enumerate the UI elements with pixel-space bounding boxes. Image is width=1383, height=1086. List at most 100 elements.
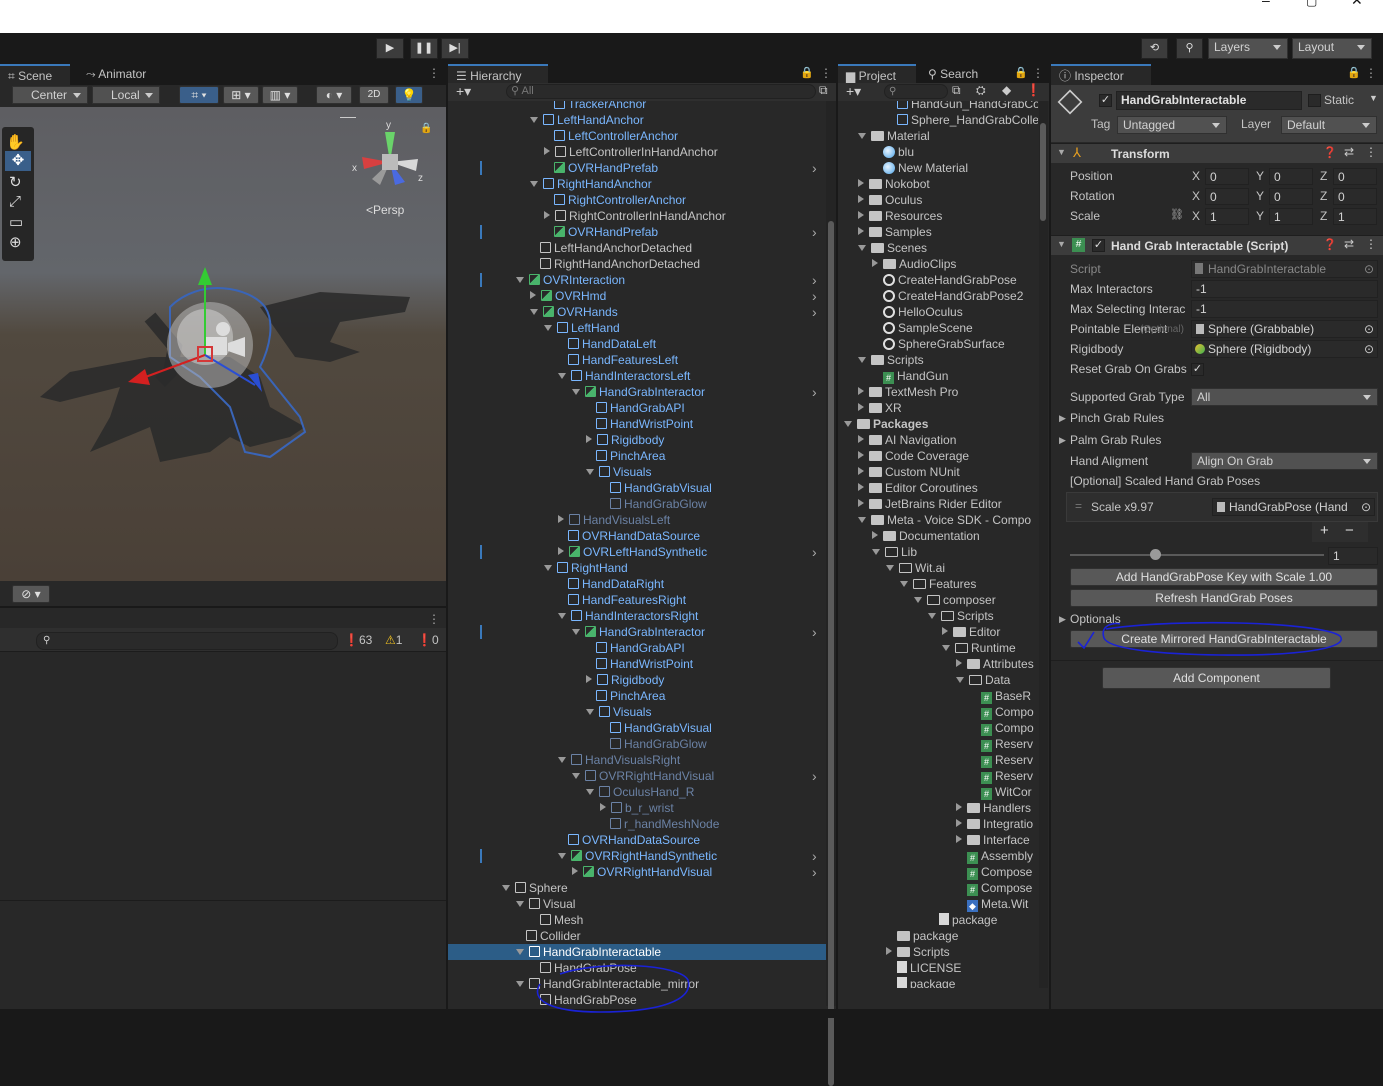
lighting-toggle-icon[interactable]: 💡 <box>395 86 423 104</box>
hierarchy-row[interactable]: OVRHandDataSource <box>448 528 826 544</box>
project-row[interactable]: Custom NUnit <box>838 464 1038 480</box>
project-row[interactable]: composer <box>838 592 1038 608</box>
collapse-arrow-icon[interactable] <box>530 181 538 187</box>
hierarchy-row[interactable]: HandGrabGlow <box>448 736 826 752</box>
project-row[interactable]: LICENSE <box>838 960 1038 976</box>
hierarchy-row[interactable]: HandWristPoint <box>448 416 826 432</box>
collapse-arrow-icon[interactable] <box>516 277 524 283</box>
expand-arrow-icon[interactable] <box>858 387 864 395</box>
project-row[interactable]: AudioClips <box>838 256 1038 272</box>
scale-x-field[interactable]: 1 <box>1205 208 1249 225</box>
scale-slider-thumb[interactable] <box>1150 549 1161 560</box>
rotation-x-field[interactable]: 0 <box>1205 188 1249 205</box>
rigidbody-field[interactable]: Sphere (Rigidbody) ⊙ <box>1191 340 1378 358</box>
project-row[interactable]: Oculus <box>838 192 1038 208</box>
project-row[interactable]: # Compose <box>838 864 1038 880</box>
project-row[interactable]: Scripts <box>838 608 1038 624</box>
pause-button[interactable]: ❚❚ <box>410 38 438 59</box>
project-row[interactable]: SampleScene <box>838 320 1038 336</box>
hierarchy-row[interactable]: HandGrabAPI <box>448 400 826 416</box>
collapse-arrow-icon[interactable] <box>530 117 538 123</box>
static-checkbox[interactable] <box>1308 94 1321 107</box>
history-icon[interactable]: ⟲ <box>1141 38 1168 59</box>
tag-dropdown[interactable]: Untagged <box>1117 116 1227 134</box>
hierarchy-row[interactable]: HandGrabPose <box>448 992 826 1008</box>
hierarchy-row[interactable]: HandVisualsRight <box>448 752 826 768</box>
rotation-y-label[interactable]: Y <box>1256 187 1264 205</box>
hierarchy-row[interactable]: PinchArea <box>448 688 826 704</box>
collapse-arrow-icon[interactable] <box>914 597 922 603</box>
move-tool-icon[interactable]: ✥ <box>5 151 31 171</box>
expand-arrow-icon[interactable] <box>858 483 864 491</box>
project-row[interactable]: Interface <box>838 832 1038 848</box>
hierarchy-row[interactable]: OVRHandPrefab › <box>448 160 826 176</box>
hierarchy-row[interactable]: HandGrabInteractor › <box>448 384 826 400</box>
hand-grab-component-header[interactable]: ▼ # ✓ Hand Grab Interactable (Script) ❓ … <box>1051 235 1383 255</box>
hierarchy-filter-icon[interactable]: ⧉ <box>819 83 828 98</box>
expand-arrow-icon[interactable] <box>858 403 864 411</box>
project-scrollbar[interactable] <box>1039 101 1048 988</box>
error-count[interactable]: ❗63 <box>344 633 372 647</box>
hierarchy-row[interactable]: OVRHmd › <box>448 288 826 304</box>
hierarchy-row[interactable]: Visuals <box>448 464 826 480</box>
collapse-arrow-icon[interactable] <box>928 613 936 619</box>
add-component-button[interactable]: Add Component <box>1102 667 1331 689</box>
console-menu-icon[interactable]: ⋮ <box>428 610 440 629</box>
transform-help-icon[interactable]: ❓ <box>1323 146 1337 159</box>
pointable-element-field[interactable]: Sphere (Grabbable) ⊙ <box>1191 320 1378 338</box>
project-row[interactable]: Features <box>838 576 1038 592</box>
shading-mode-button[interactable]: ◐ ▾ <box>316 86 352 104</box>
transform-header[interactable]: ▼ ⅄ Transform ❓ ⇄ ⋮ <box>1051 143 1383 163</box>
open-prefab-icon[interactable]: › <box>812 768 817 784</box>
scale-y-field[interactable]: 1 <box>1269 208 1313 225</box>
hierarchy-row[interactable]: Sphere <box>448 880 826 896</box>
inspector-menu-icon[interactable]: ⋮ <box>1365 64 1377 83</box>
expand-arrow-icon[interactable] <box>956 819 962 827</box>
hierarchy-row[interactable]: LeftControllerInHandAnchor <box>448 144 826 160</box>
project-row[interactable]: New Material <box>838 160 1038 176</box>
project-row[interactable]: Scripts <box>838 944 1038 960</box>
open-prefab-icon[interactable]: › <box>812 624 817 640</box>
hierarchy-row[interactable]: RightHandAnchorDetached <box>448 256 826 272</box>
hierarchy-row[interactable]: Collider <box>448 928 826 944</box>
collapse-arrow-icon[interactable] <box>516 901 524 907</box>
expand-arrow-icon[interactable] <box>872 259 878 267</box>
expand-arrow-icon[interactable] <box>858 227 864 235</box>
hierarchy-menu-icon[interactable]: ⋮ <box>820 64 832 83</box>
search-by-label-icon[interactable]: ⛭ <box>976 83 986 98</box>
project-row[interactable]: # Reserv <box>838 768 1038 784</box>
gameobject-icon[interactable] <box>1057 89 1083 115</box>
collapse-arrow-icon[interactable] <box>858 357 866 363</box>
hierarchy-row[interactable]: OVRHandPrefab › <box>448 224 826 240</box>
collapse-arrow-icon[interactable] <box>586 789 594 795</box>
grid-snap-button[interactable]: ⌗ ▾ <box>179 86 219 104</box>
project-row[interactable]: # Reserv <box>838 752 1038 768</box>
hierarchy-row[interactable]: Visual <box>448 896 826 912</box>
project-row[interactable]: HelloOculus <box>838 304 1038 320</box>
hierarchy-row[interactable]: HandGrabInteractor › <box>448 624 826 640</box>
expand-arrow-icon[interactable] <box>858 179 864 187</box>
collapse-arrow-icon[interactable] <box>956 677 964 683</box>
position-x-label[interactable]: X <box>1192 167 1200 185</box>
project-row[interactable]: # BaseR <box>838 688 1038 704</box>
layers-dropdown[interactable]: Layers <box>1208 38 1288 59</box>
hierarchy-row[interactable]: PinchArea <box>448 448 826 464</box>
collapse-arrow-icon[interactable] <box>558 613 566 619</box>
project-row[interactable]: package <box>838 928 1038 944</box>
hierarchy-create-button[interactable]: +▾ <box>456 83 471 100</box>
expand-arrow-icon[interactable] <box>858 435 864 443</box>
hierarchy-row[interactable]: HandGrabVisual <box>448 720 826 736</box>
expand-arrow-icon[interactable] <box>956 659 962 667</box>
position-z-field[interactable]: 0 <box>1333 168 1377 185</box>
hierarchy-scrollbar[interactable] <box>826 101 836 1086</box>
open-prefab-icon[interactable]: › <box>812 160 817 176</box>
collapse-arrow-icon[interactable] <box>900 581 908 587</box>
hierarchy-search-input[interactable]: ⚲ All <box>506 84 816 99</box>
expand-arrow-icon[interactable] <box>586 435 592 443</box>
layout-dropdown[interactable]: Layout <box>1292 38 1372 59</box>
expand-arrow-icon[interactable] <box>858 211 864 219</box>
expand-arrow-icon[interactable] <box>858 195 864 203</box>
tab-scene[interactable]: ⌗ Scene <box>0 64 70 85</box>
hierarchy-row[interactable]: OVRRightHandVisual › <box>448 768 826 784</box>
pose-picker-icon[interactable]: ⊙ <box>1361 499 1371 515</box>
